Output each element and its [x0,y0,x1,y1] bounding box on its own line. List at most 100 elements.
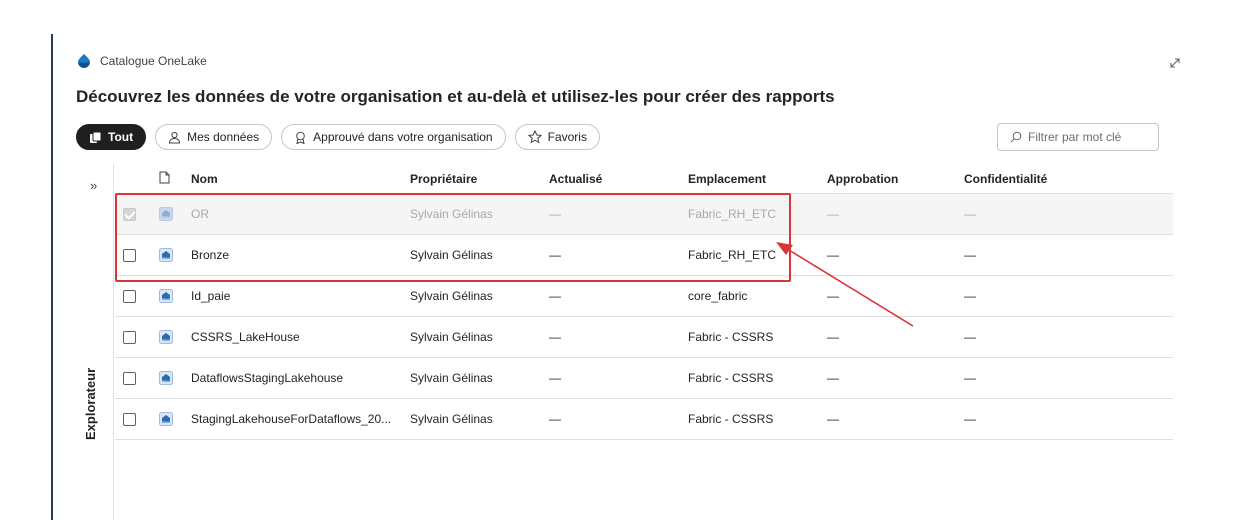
row-select-cell [115,289,149,303]
keyword-filter[interactable] [997,123,1159,151]
row-type-cell [149,207,191,221]
lakehouse-icon [159,330,173,344]
row-type-cell [149,330,191,344]
header-approval[interactable]: Approbation [827,172,964,186]
row-name[interactable]: Bronze [191,248,410,262]
row-location: Fabric_RH_ETC [688,248,777,262]
row-checkbox[interactable] [123,412,136,426]
row-location: Fabric_RH_ETC [688,207,777,221]
header-location[interactable]: Emplacement [688,172,827,186]
row-checkbox[interactable] [123,330,136,344]
pill-favorites-label: Favoris [547,130,587,144]
header-owner[interactable]: Propriétaire [410,172,549,186]
row-type-cell [149,248,191,262]
app-title: Catalogue OneLake [100,54,207,68]
row-select-cell [115,330,149,344]
row-name[interactable]: Id_paie [191,289,410,303]
table-row[interactable]: Id_paie Sylvain Gélinas — core_fabric — … [115,276,1173,317]
row-updated: — [549,207,561,221]
row-select-cell [115,248,149,262]
row-select-cell [115,371,149,385]
row-confidentiality: — [964,248,976,262]
row-approval: — [827,248,839,262]
row-checkbox[interactable] [123,371,136,385]
row-location: Fabric - CSSRS [688,412,774,426]
row-owner: Sylvain Gélinas [410,371,493,385]
pill-all[interactable]: Tout [76,124,147,150]
star-icon [527,130,542,144]
row-name[interactable]: StagingLakehouseForDataflows_20... [191,412,410,426]
row-approval: — [827,207,839,221]
pill-all-label: Tout [108,130,134,144]
header-type-cell [149,171,191,187]
row-approval: — [827,371,839,385]
row-confidentiality: — [964,330,976,344]
row-type-cell [149,412,191,426]
lakehouse-icon [159,289,173,303]
row-confidentiality: — [964,412,976,426]
search-icon [1010,131,1022,143]
row-approval: — [827,330,839,344]
row-type-cell [149,289,191,303]
expand-diagonal-icon[interactable] [1168,56,1182,70]
row-confidentiality: — [964,371,976,385]
table-row[interactable]: DataflowsStagingLakehouse Sylvain Gélina… [115,358,1173,399]
row-updated: — [549,371,561,385]
filter-pills: Tout Mes données Approuvé dans votre org… [76,124,600,150]
row-checkbox[interactable] [123,289,136,303]
row-location: Fabric - CSSRS [688,330,774,344]
table-row[interactable]: Bronze Sylvain Gélinas — Fabric_RH_ETC —… [115,235,1173,276]
row-select-cell [115,412,149,426]
explorer-pane: » Explorateur [76,164,114,520]
table-row[interactable]: CSSRS_LakeHouse Sylvain Gélinas — Fabric… [115,317,1173,358]
onelake-icon [78,54,90,68]
row-confidentiality: — [964,289,976,303]
header-updated[interactable]: Actualisé [549,172,688,186]
row-owner: Sylvain Gélinas [410,330,493,344]
row-owner: Sylvain Gélinas [410,248,493,262]
pill-my-data[interactable]: Mes données [155,124,273,150]
table-row: OR Sylvain Gélinas — Fabric_RH_ETC — — [115,194,1173,235]
row-updated: — [549,330,561,344]
table-row[interactable]: StagingLakehouseForDataflows_20... Sylva… [115,399,1173,440]
table-header-row: Nom Propriétaire Actualisé Emplacement A… [115,164,1173,194]
lakehouse-icon [159,371,173,385]
row-name[interactable]: DataflowsStagingLakehouse [191,371,410,385]
pill-my-data-label: Mes données [187,130,260,144]
row-location: Fabric - CSSRS [688,371,774,385]
row-owner: Sylvain Gélinas [410,289,493,303]
lakehouse-icon [159,248,173,262]
all-items-icon [90,131,102,143]
row-updated: — [549,248,561,262]
header-name[interactable]: Nom [191,172,410,186]
lakehouse-icon [159,412,173,426]
keyword-filter-input[interactable] [1028,130,1148,144]
table-body: OR Sylvain Gélinas — Fabric_RH_ETC — — B… [115,194,1173,440]
left-edge-rule [51,34,53,520]
explorer-label[interactable]: Explorateur [83,360,98,440]
pill-approved-label: Approuvé dans votre organisation [313,130,493,144]
lakehouse-icon [159,207,173,221]
row-select-cell [115,207,149,221]
header-confidentiality[interactable]: Confidentialité [964,172,1164,186]
pill-approved[interactable]: Approuvé dans votre organisation [281,124,506,150]
row-owner: Sylvain Gélinas [410,207,493,221]
row-confidentiality: — [964,207,976,221]
row-approval: — [827,289,839,303]
row-type-cell [149,371,191,385]
data-table: Nom Propriétaire Actualisé Emplacement A… [115,164,1173,440]
pill-favorites[interactable]: Favoris [514,124,600,150]
row-location: core_fabric [688,289,748,303]
row-updated: — [549,412,561,426]
row-approval: — [827,412,839,426]
app-header: Catalogue OneLake [76,53,207,69]
row-name: OR [191,207,209,221]
row-checkbox[interactable] [123,248,136,262]
row-updated: — [549,289,561,303]
row-name[interactable]: CSSRS_LakeHouse [191,330,410,344]
explorer-expand-chevron-icon[interactable]: » [90,178,97,193]
person-icon [169,131,181,143]
document-icon [159,171,170,183]
page-headline: Découvrez les données de votre organisat… [76,87,835,106]
row-owner: Sylvain Gélinas [410,412,493,426]
